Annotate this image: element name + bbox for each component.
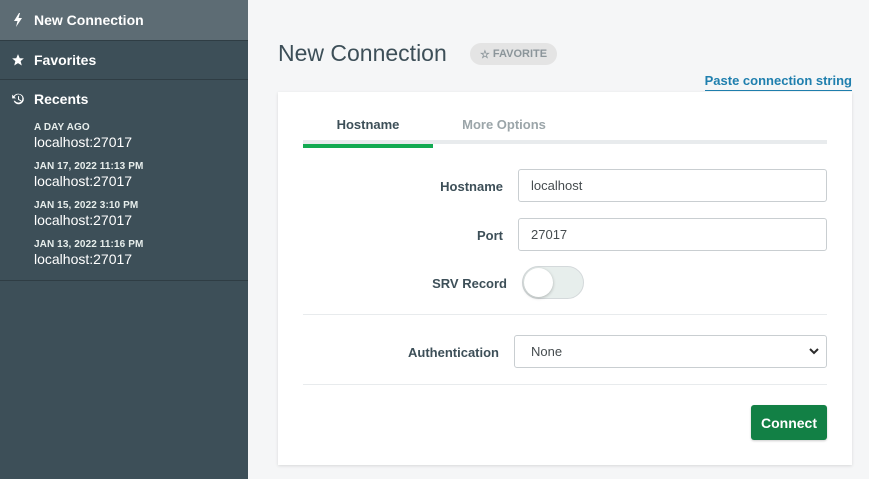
history-icon (10, 92, 26, 106)
hostname-input[interactable] (518, 169, 827, 202)
recent-timestamp: JAN 15, 2022 3:10 PM (34, 200, 139, 211)
hostname-label: Hostname (440, 179, 503, 194)
recent-host: localhost:27017 (34, 173, 133, 189)
sidebar-item-label: New Connection (34, 12, 144, 28)
main-panel: New Connection ☆ FAVORITE Paste connecti… (248, 0, 869, 479)
recent-host: localhost:27017 (34, 134, 133, 150)
tab-hostname[interactable]: Hostname (303, 110, 433, 148)
paste-connection-string-link[interactable]: Paste connection string (704, 73, 852, 91)
sidebar: New Connection Favorites Recents A DAY A… (0, 0, 248, 479)
authentication-select[interactable]: None (514, 335, 827, 368)
authentication-label: Authentication (408, 345, 499, 360)
port-input[interactable] (518, 218, 827, 251)
connection-form-card: Hostname More Options Hostname Port SRV … (278, 92, 852, 465)
authentication-selected-value: None (531, 344, 563, 359)
tab-bar: Hostname More Options (303, 110, 827, 148)
port-label: Port (477, 228, 503, 243)
sidebar-item-recents[interactable]: Recents (0, 79, 248, 118)
favorite-button[interactable]: ☆ FAVORITE (470, 43, 558, 65)
page-title: New Connection (278, 40, 447, 66)
recent-timestamp: A DAY AGO (34, 122, 90, 133)
toggle-knob (524, 268, 553, 297)
recent-connection[interactable]: JAN 17, 2022 11:13 PM localhost:27017 (0, 157, 248, 196)
sidebar-item-label: Recents (34, 91, 89, 107)
srv-record-label: SRV Record (432, 276, 507, 291)
sidebar-item-new-connection[interactable]: New Connection (0, 0, 248, 40)
favorite-label: FAVORITE (492, 48, 548, 60)
lightning-bolt-icon (10, 13, 26, 27)
recent-connection[interactable]: JAN 13, 2022 11:16 PM localhost:27017 (0, 235, 248, 274)
tab-more-options[interactable]: More Options (439, 110, 569, 144)
divider (303, 384, 827, 385)
recent-host: localhost:27017 (34, 251, 133, 267)
recent-connection[interactable]: A DAY AGO localhost:27017 (0, 118, 248, 157)
sidebar-item-favorites[interactable]: Favorites (0, 40, 248, 79)
divider (303, 314, 827, 315)
star-icon (10, 53, 26, 67)
star-outline-icon: ☆ (480, 48, 490, 61)
srv-record-toggle[interactable] (522, 266, 584, 299)
recent-connection[interactable]: JAN 15, 2022 3:10 PM localhost:27017 (0, 196, 248, 235)
recents-list: A DAY AGO localhost:27017 JAN 17, 2022 1… (0, 118, 248, 281)
chevron-down-icon (808, 345, 820, 360)
recent-timestamp: JAN 17, 2022 11:13 PM (34, 161, 144, 172)
connect-button[interactable]: Connect (751, 405, 827, 440)
sidebar-item-label: Favorites (34, 52, 97, 68)
recent-timestamp: JAN 13, 2022 11:16 PM (34, 239, 144, 250)
recent-host: localhost:27017 (34, 212, 133, 228)
